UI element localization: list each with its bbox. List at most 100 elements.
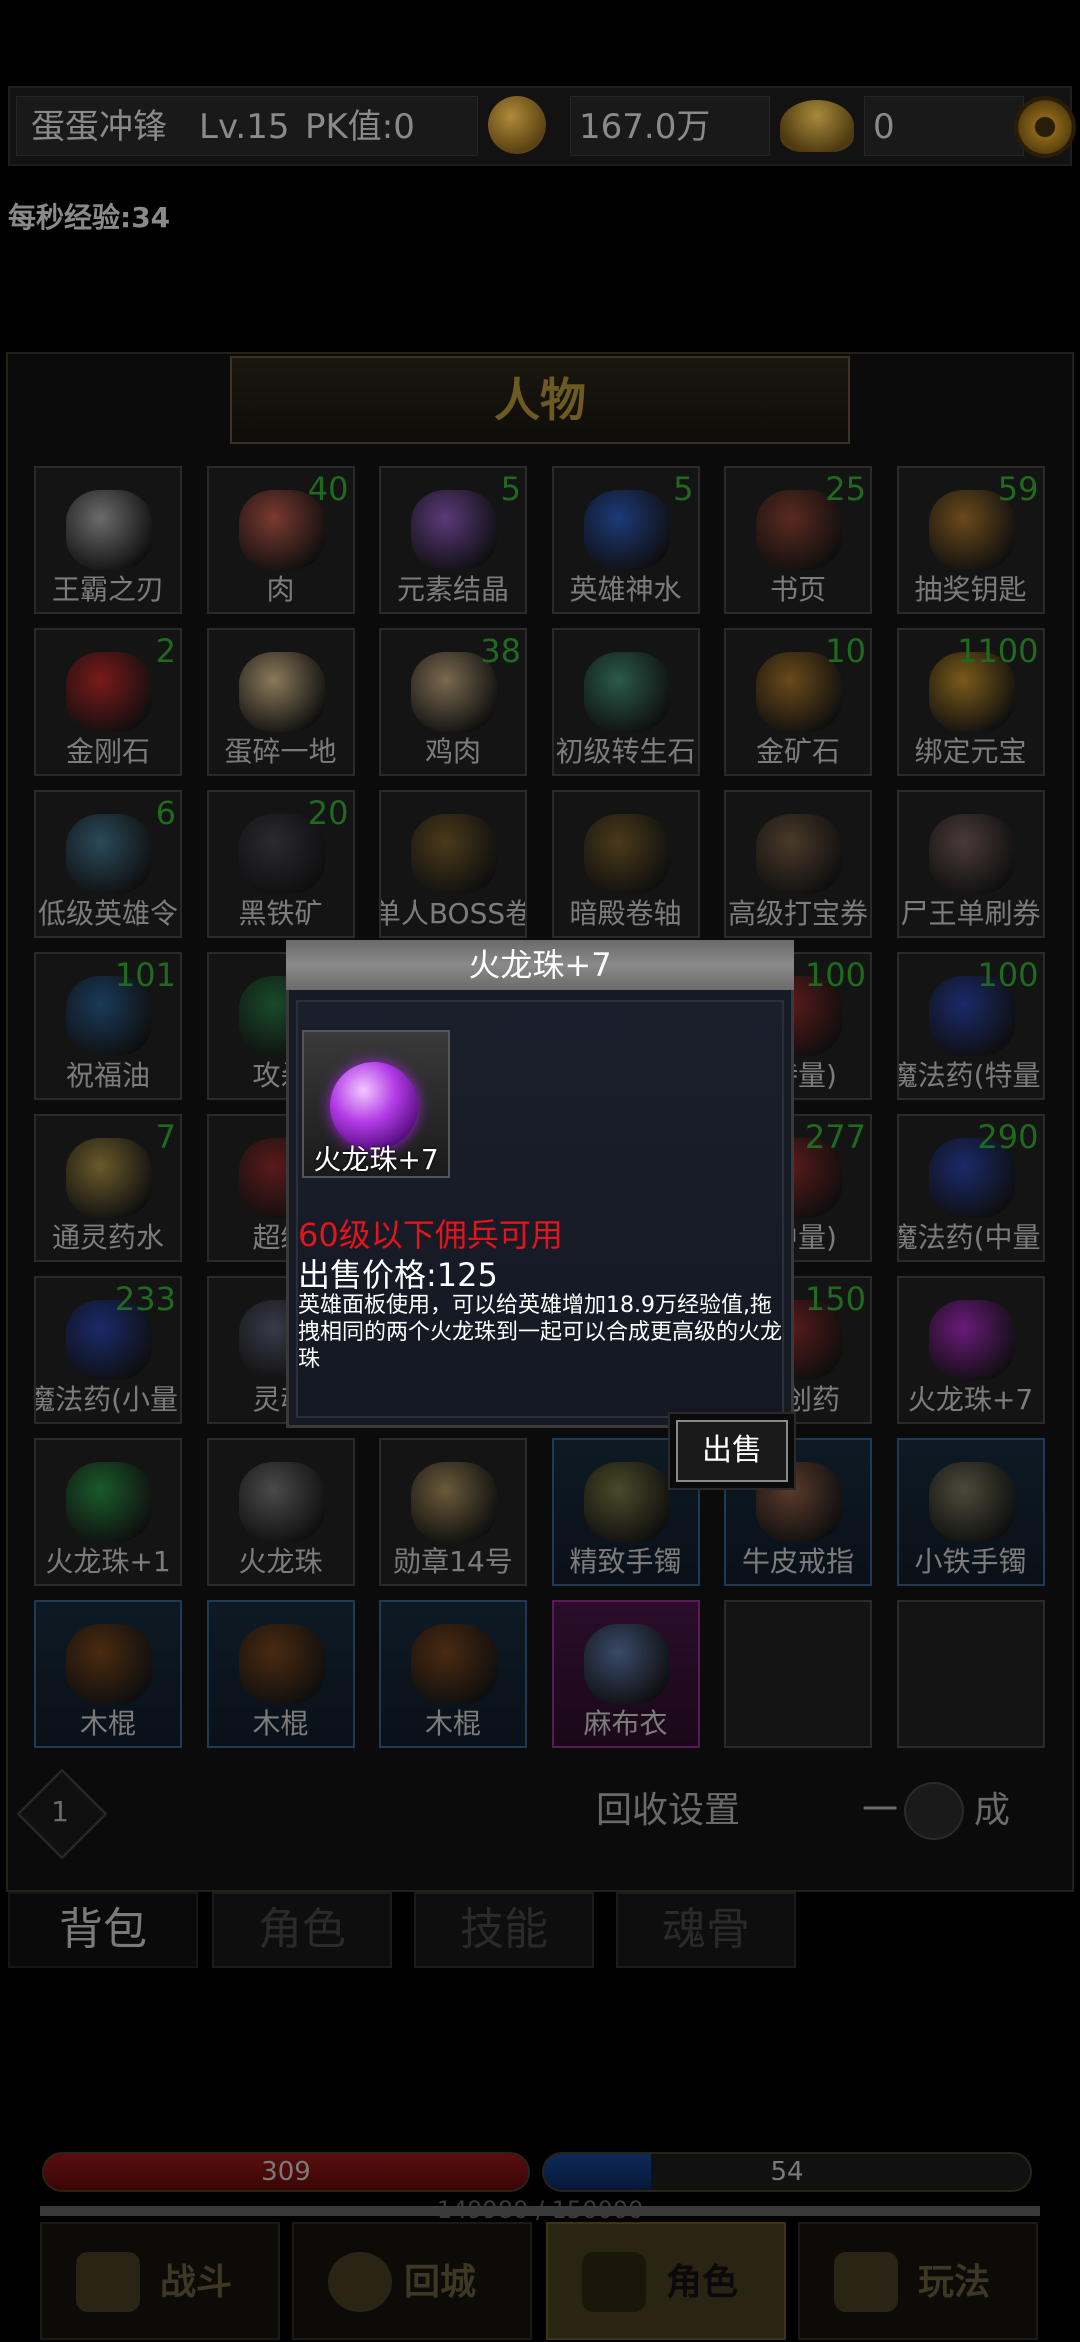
helmet-icon xyxy=(582,2252,646,2312)
item-name: 麻布衣 xyxy=(583,1707,668,1740)
item-name: 火龙珠 xyxy=(238,1545,323,1578)
inventory-slot[interactable]: 木棍 xyxy=(206,1600,355,1748)
inventory-slot[interactable] xyxy=(896,1600,1045,1748)
item-name: 祝福油 xyxy=(65,1059,150,1092)
gold-amount: 167.0万 xyxy=(579,107,711,147)
item-icon xyxy=(66,1624,152,1704)
inventory-slot[interactable]: 59 抽奖钥匙 xyxy=(896,466,1045,614)
inventory-slot[interactable]: 火龙珠 xyxy=(206,1438,355,1586)
gold-coin-icon xyxy=(488,96,546,154)
inventory-slot[interactable]: 38 鸡肉 xyxy=(379,628,527,776)
fist-icon xyxy=(76,2252,140,2312)
inventory-slot[interactable]: 火龙珠+7 xyxy=(896,1276,1045,1424)
item-count: 1100 xyxy=(957,632,1039,670)
ingot-icon xyxy=(780,100,854,152)
nav-character-label: 角色 xyxy=(666,2262,739,2303)
nav-return-city[interactable]: 回城 xyxy=(292,2222,532,2340)
ingot-amount: 0 xyxy=(873,107,895,147)
item-icon xyxy=(928,1300,1015,1380)
page-number: 1 xyxy=(51,1795,69,1828)
item-name: 尸王单刷券 xyxy=(900,897,1041,930)
item-count: 6 xyxy=(155,794,176,832)
tab-character[interactable]: 角色 xyxy=(212,1892,392,1968)
item-count: 5 xyxy=(673,470,694,508)
item-count: 25 xyxy=(825,470,866,508)
inventory-slot[interactable]: 5 英雄神水 xyxy=(551,466,700,614)
item-count: 7 xyxy=(155,1118,176,1156)
inventory-slot[interactable]: 10 金矿石 xyxy=(724,628,872,776)
item-count: 150 xyxy=(804,1280,866,1318)
inventory-slot[interactable]: 尸王单刷券 xyxy=(896,790,1045,938)
item-name: 精致手镯 xyxy=(569,1545,682,1578)
item-name: 元素结晶 xyxy=(396,573,509,606)
inventory-slot[interactable]: 233 魔法药(小量) xyxy=(34,1276,182,1424)
popup-title: 火龙珠+7 xyxy=(286,940,794,990)
nav-character[interactable]: 角色 xyxy=(546,2222,786,2340)
nav-gameplay[interactable]: 玩法 xyxy=(798,2222,1038,2340)
tab-backpack[interactable]: 背包 xyxy=(8,1892,198,1968)
item-count: 40 xyxy=(307,470,349,508)
item-icon xyxy=(583,652,670,732)
item-name: 黑铁矿 xyxy=(238,897,323,930)
item-count: 38 xyxy=(480,632,521,670)
item-icon xyxy=(411,1624,497,1704)
inventory-slot[interactable]: 单人BOSS卷 xyxy=(379,790,527,938)
inventory-slot[interactable]: 木棍 xyxy=(34,1600,182,1748)
recycle-settings-button[interactable]: 回收设置 xyxy=(548,1780,788,1842)
item-name: 暗殿卷轴 xyxy=(569,897,682,930)
inventory-slot[interactable]: 火龙珠+1 xyxy=(34,1438,182,1586)
tab-skills[interactable]: 技能 xyxy=(414,1892,594,1968)
inventory-slot[interactable] xyxy=(724,1600,872,1748)
inventory-slot[interactable]: 暗殿卷轴 xyxy=(551,790,700,938)
inventory-slot[interactable]: 王霸之刃 xyxy=(34,466,182,614)
treasure-chest-icon xyxy=(834,2252,898,2312)
inventory-slot[interactable]: 25 书页 xyxy=(724,466,872,614)
inventory-slot[interactable]: 2 金刚石 xyxy=(34,628,182,776)
item-name: 魔法药(中量) xyxy=(896,1221,1045,1254)
item-icon xyxy=(238,652,325,732)
inventory-slot[interactable]: 1100 绑定元宝 xyxy=(896,628,1045,776)
inventory-slot[interactable]: 20 黑铁矿 xyxy=(206,790,355,938)
item-icon xyxy=(583,1624,670,1704)
item-name: 木棍 xyxy=(424,1707,481,1740)
item-icon xyxy=(583,814,670,894)
inventory-slot[interactable]: 6 低级英雄令 xyxy=(34,790,182,938)
inventory-slot[interactable]: 100 魔法药(特量) xyxy=(896,952,1045,1100)
inventory-slot[interactable]: 5 元素结晶 xyxy=(379,466,527,614)
nav-battle[interactable]: 战斗 xyxy=(40,2222,280,2340)
inventory-slot[interactable]: 蛋碎一地 xyxy=(206,628,355,776)
item-icon xyxy=(411,814,497,894)
item-name: 初级转生石 xyxy=(555,735,696,768)
sell-button[interactable]: 出售 xyxy=(676,1420,788,1482)
player-level: Lv.15 xyxy=(199,107,290,147)
inventory-slot[interactable]: 7 通灵药水 xyxy=(34,1114,182,1262)
item-count: 2 xyxy=(155,632,176,670)
item-icon xyxy=(411,1462,497,1542)
one-key-left: 一 xyxy=(862,1790,899,1831)
item-name: 木棍 xyxy=(79,1707,136,1740)
inventory-slot[interactable]: 101 祝福油 xyxy=(34,952,182,1100)
status-bar: 蛋蛋冲锋 Lv.15 PK值:0 167.0万 0 xyxy=(8,86,1076,166)
inventory-slot[interactable]: 勋章14号 xyxy=(379,1438,527,1586)
exp-value: 149980 / 150000 xyxy=(436,2196,644,2224)
item-name: 英雄神水 xyxy=(569,573,682,606)
item-icon xyxy=(411,490,497,570)
inventory-slot[interactable]: 40 肉 xyxy=(206,466,355,614)
tab-soul-bone[interactable]: 魂骨 xyxy=(616,1892,796,1968)
inventory-slot[interactable]: 初级转生石 xyxy=(551,628,700,776)
one-key-compose-button[interactable]: 一 成 xyxy=(812,1780,1052,1842)
item-icon xyxy=(66,814,152,894)
inventory-slot[interactable]: 290 魔法药(中量) xyxy=(896,1114,1045,1262)
inventory-slot[interactable]: 高级打宝券 xyxy=(724,790,872,938)
one-key-right: 成 xyxy=(974,1790,1011,1831)
item-name: 蛋碎一地 xyxy=(224,735,337,768)
item-name: 金刚石 xyxy=(65,735,150,768)
inventory-slot[interactable]: 小铁手镯 xyxy=(896,1438,1045,1586)
inventory-slot[interactable]: 木棍 xyxy=(379,1600,527,1748)
item-name: 绑定元宝 xyxy=(914,735,1027,768)
inventory-slot[interactable]: 麻布衣 xyxy=(551,1600,700,1748)
nav-gameplay-label: 玩法 xyxy=(918,2262,991,2303)
hp-value: 309 xyxy=(261,2157,311,2187)
settings-gear-icon[interactable] xyxy=(1014,96,1076,158)
item-icon xyxy=(238,1624,325,1704)
